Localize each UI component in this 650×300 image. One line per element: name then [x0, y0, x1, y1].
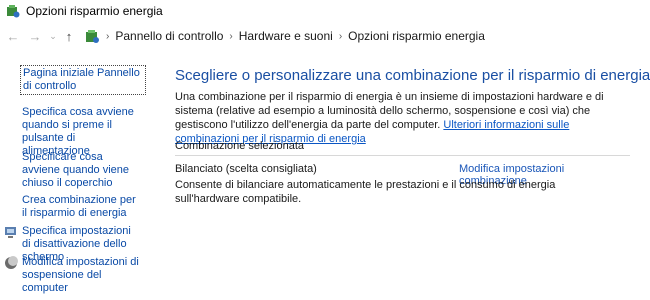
group-divider	[175, 155, 630, 156]
selected-plan-group-label: Combinazione selezionata	[175, 140, 305, 152]
sidebar-item-lid-close[interactable]: Specificare cosa avviene quando viene ch…	[22, 151, 140, 190]
page-description: Una combinazione per il risparmio di ene…	[175, 90, 625, 146]
control-panel-icon[interactable]	[84, 28, 100, 44]
plan-description: Consente di bilanciare automaticamente l…	[175, 179, 556, 205]
up-arrow-icon[interactable]: ↑	[60, 26, 78, 46]
sidebar-item-create-plan[interactable]: Crea combinazione per il risparmio di en…	[22, 194, 140, 220]
breadcrumb-hardware-sound[interactable]: Hardware e suoni	[239, 29, 333, 43]
breadcrumb-power-options[interactable]: Opzioni risparmio energia	[348, 29, 485, 43]
window-title: Opzioni risparmio energia	[26, 4, 163, 18]
moon-icon	[4, 256, 18, 270]
back-arrow-icon[interactable]: ←	[4, 26, 22, 46]
title-bar: Opzioni risparmio energia	[0, 0, 650, 22]
power-options-icon	[6, 4, 20, 18]
breadcrumb-separator-icon[interactable]: ›	[229, 31, 232, 42]
sidebar-item-sleep-settings[interactable]: Modifica impostazioni di sospensione del…	[22, 256, 140, 295]
navigation-bar: ← → ⌄ ↑ › Pannello di controllo › Hardwa…	[0, 24, 650, 48]
plan-name: Bilanciato (scelta consigliata)	[175, 163, 317, 175]
breadcrumb-separator-icon[interactable]: ›	[106, 31, 109, 42]
page-title: Scegliere o personalizzare una combinazi…	[175, 67, 650, 84]
breadcrumb-control-panel[interactable]: Pannello di controllo	[115, 29, 223, 43]
breadcrumb-separator-icon[interactable]: ›	[339, 31, 342, 42]
sidebar-item-control-panel-home[interactable]: Pagina iniziale Pannello di controllo	[20, 65, 146, 95]
recent-locations-chevron-icon[interactable]: ⌄	[48, 26, 58, 46]
monitor-shield-icon	[4, 225, 18, 239]
forward-arrow-icon[interactable]: →	[26, 26, 44, 46]
